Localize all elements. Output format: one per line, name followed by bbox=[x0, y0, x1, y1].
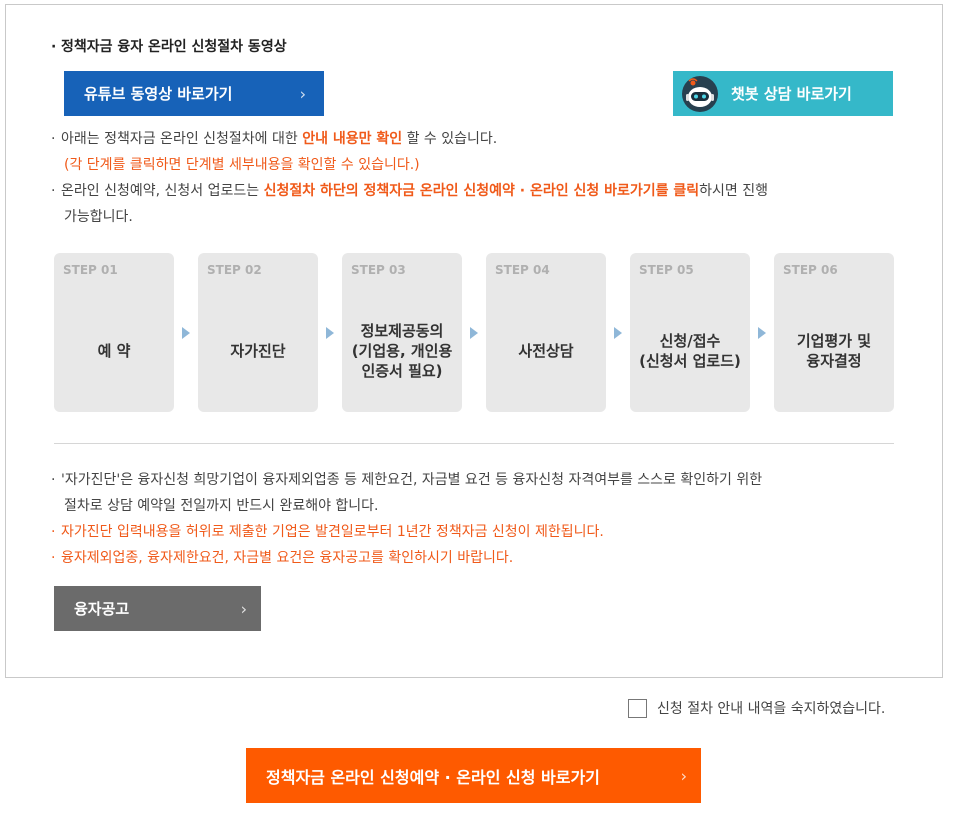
chevron-right-icon: › bbox=[299, 84, 306, 103]
chatbot-button-label: 챗봇 상담 바로가기 bbox=[731, 85, 852, 103]
intro-text: 아래는 정책자금 온라인 신청절차에 대한 bbox=[61, 131, 303, 147]
step-label: 정보제공동의 (기업용, 개인용 인증서 필요) bbox=[351, 321, 453, 380]
section-title: · 정책자금 융자 온라인 신청절차 동영상 bbox=[51, 36, 287, 56]
bullet-dot: · bbox=[51, 39, 57, 55]
bullet-dot: · bbox=[51, 131, 56, 147]
chevron-right-icon: › bbox=[680, 766, 687, 785]
step-arrow-icon bbox=[470, 327, 478, 339]
note-false-input-warning: · 자가진단 입력내용을 허위로 제출한 기업은 발견일로부터 1년간 정책자금 … bbox=[51, 519, 604, 545]
step-arrow-icon bbox=[758, 327, 766, 339]
intro-text: 온라인 신청예약, 신청서 업로드는 bbox=[61, 183, 264, 199]
bullet-dot: · bbox=[51, 524, 56, 540]
step-number: STEP 05 bbox=[639, 263, 694, 277]
intro-highlight: 신청절차 하단의 정책자금 온라인 신청예약 · 온라인 신청 바로가기를 클릭 bbox=[263, 183, 700, 199]
loan-notice-button[interactable]: 융자공고 › bbox=[54, 586, 261, 631]
notice-button-label: 융자공고 bbox=[74, 600, 130, 618]
chatbot-button[interactable]: 챗봇 상담 바로가기 bbox=[673, 71, 893, 116]
step-06-card[interactable]: STEP 06 기업평가 및 융자결정 bbox=[774, 253, 894, 412]
note-text: '자가진단'은 융자신청 희망기업이 융자제외업종 등 제한요건, 자금별 요건… bbox=[61, 472, 763, 488]
youtube-button-label: 유튜브 동영상 바로가기 bbox=[84, 85, 233, 103]
note-self-check-cont: 절차로 상담 예약일 전일까지 반드시 완료해야 합니다. bbox=[64, 498, 379, 514]
intro-sub-note: (각 단계를 클릭하면 단계별 세부내용을 확인할 수 있습니다.) bbox=[64, 157, 420, 173]
bullet-dot: · bbox=[51, 472, 56, 488]
note-text: 자가진단 입력내용을 허위로 제출한 기업은 발견일로부터 1년간 정책자금 신… bbox=[61, 524, 604, 540]
step-label: 사전상담 bbox=[518, 341, 574, 360]
step-03-card[interactable]: STEP 03 정보제공동의 (기업용, 개인용 인증서 필요) bbox=[342, 253, 462, 412]
step-arrow-icon bbox=[182, 327, 190, 339]
section-title-text: 정책자금 융자 온라인 신청절차 동영상 bbox=[61, 39, 287, 55]
divider bbox=[54, 443, 894, 444]
chatbot-robot-icon bbox=[682, 76, 718, 112]
step-02-card[interactable]: STEP 02 자가진단 bbox=[198, 253, 318, 412]
step-number: STEP 03 bbox=[351, 263, 406, 277]
note-text: 융자제외업종, 융자제한요건, 자금별 요건은 융자공고를 확인하시기 바랍니다… bbox=[61, 550, 514, 566]
bullet-dot: · bbox=[51, 183, 56, 199]
note-self-check: · '자가진단'은 융자신청 희망기업이 융자제외업종 등 제한요건, 자금별 요… bbox=[51, 467, 762, 493]
step-label: 자가진단 bbox=[230, 341, 286, 360]
step-arrow-icon bbox=[326, 327, 334, 339]
intro-line-1: · 아래는 정책자금 온라인 신청절차에 대한 안내 내용만 확인 할 수 있습니… bbox=[51, 126, 497, 152]
step-label: 예 약 bbox=[97, 341, 131, 360]
note-check-notice: · 융자제외업종, 융자제한요건, 자금별 요건은 융자공고를 확인하시기 바랍니… bbox=[51, 545, 513, 571]
intro-highlight: 안내 내용만 확인 bbox=[302, 131, 403, 147]
step-number: STEP 01 bbox=[63, 263, 118, 277]
agree-checkbox-row[interactable]: 신청 절차 안내 내역을 숙지하였습니다. bbox=[628, 698, 885, 718]
online-apply-button-label: 정책자금 온라인 신청예약 · 온라인 신청 바로가기 bbox=[266, 767, 600, 787]
bullet-dot: · bbox=[51, 550, 56, 566]
step-arrow-icon bbox=[614, 327, 622, 339]
step-label: 기업평가 및 융자결정 bbox=[796, 331, 872, 370]
intro-line-2: · 온라인 신청예약, 신청서 업로드는 신청절차 하단의 정책자금 온라인 신청… bbox=[51, 178, 768, 204]
step-number: STEP 06 bbox=[783, 263, 838, 277]
step-label: 신청/접수 (신청서 업로드) bbox=[639, 331, 741, 370]
step-05-card[interactable]: STEP 05 신청/접수 (신청서 업로드) bbox=[630, 253, 750, 412]
step-number: STEP 02 bbox=[207, 263, 262, 277]
intro-text: 할 수 있습니다. bbox=[402, 131, 498, 147]
youtube-video-button[interactable]: 유튜브 동영상 바로가기 › bbox=[64, 71, 324, 116]
step-04-card[interactable]: STEP 04 사전상담 bbox=[486, 253, 606, 412]
intro-text: 하시면 진행 bbox=[699, 183, 769, 199]
step-number: STEP 04 bbox=[495, 263, 550, 277]
intro-line-2-cont: 가능합니다. bbox=[64, 209, 133, 225]
agree-checkbox[interactable] bbox=[628, 698, 647, 718]
chevron-right-icon: › bbox=[240, 599, 247, 618]
agree-label: 신청 절차 안내 내역을 숙지하였습니다. bbox=[657, 701, 886, 717]
online-apply-button[interactable]: 정책자금 온라인 신청예약 · 온라인 신청 바로가기 › bbox=[246, 748, 701, 803]
step-01-card[interactable]: STEP 01 예 약 bbox=[54, 253, 174, 412]
